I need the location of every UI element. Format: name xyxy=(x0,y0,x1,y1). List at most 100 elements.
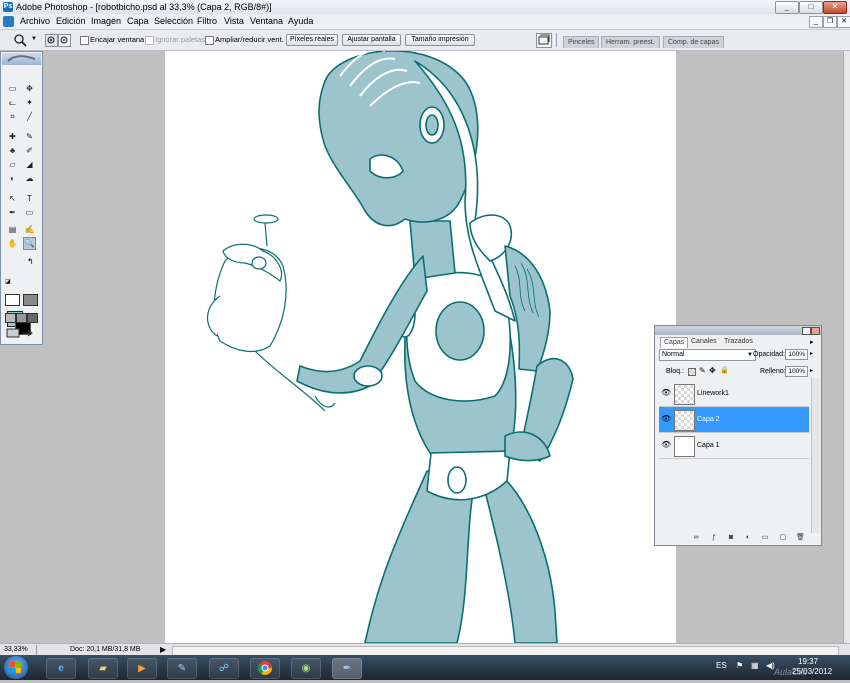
notes-tool-icon[interactable]: ▤ xyxy=(7,224,18,235)
image-viewer-icon[interactable]: ◉ xyxy=(291,658,321,679)
paint-bucket-tool-icon[interactable]: ◢ xyxy=(24,159,35,170)
new-layer-icon[interactable]: ▢ xyxy=(779,534,787,542)
default-colors-icon[interactable]: ◪ xyxy=(5,278,11,285)
opacity-slider-arrow-icon[interactable]: ▸ xyxy=(810,350,813,357)
menu-edicion[interactable]: Edición xyxy=(56,16,86,26)
menu-imagen[interactable]: Imagen xyxy=(91,16,121,26)
link-layers-icon[interactable]: ∞ xyxy=(692,534,700,542)
document-restore-button[interactable]: ❐ xyxy=(823,16,837,28)
paint-icon[interactable]: ✎ xyxy=(167,658,197,679)
panel-menu-icon[interactable]: ▸ xyxy=(810,338,814,346)
panel-minimize-icon[interactable] xyxy=(802,327,811,335)
shape-tool-icon[interactable]: ▭ xyxy=(24,207,35,218)
clone-stamp-tool-icon[interactable]: ♣ xyxy=(7,145,18,156)
fill-input[interactable]: 100% xyxy=(785,366,808,377)
layer-row[interactable]: 👁 Capa 1 xyxy=(659,433,809,459)
type-tool-icon[interactable]: T xyxy=(24,193,35,204)
flag-icon[interactable]: ⚑ xyxy=(736,661,743,670)
ajustar-pantalla-button[interactable]: Ajustar pantalla xyxy=(342,34,401,46)
zoom-tool-preset-icon[interactable] xyxy=(13,33,29,47)
layer-mask-icon[interactable]: ◙ xyxy=(727,534,735,542)
window-close-button[interactable]: ✕ xyxy=(823,1,847,14)
swap-colors-icon[interactable]: ↰ xyxy=(27,257,34,266)
menu-vista[interactable]: Vista xyxy=(224,16,244,26)
brush-tool-icon[interactable]: ✎ xyxy=(24,131,35,142)
trash-icon[interactable]: 🗑 xyxy=(796,534,805,542)
hand-tool-icon[interactable]: ✋ xyxy=(7,238,18,249)
path-selection-tool-icon[interactable]: ↖ xyxy=(7,193,18,204)
status-menu-arrow-icon[interactable]: ▶ xyxy=(160,645,166,654)
layer-style-icon[interactable]: ƒ xyxy=(710,534,718,542)
eyedropper-tool-icon[interactable]: ✍ xyxy=(24,224,35,235)
healing-brush-tool-icon[interactable]: ✚ xyxy=(7,131,18,142)
window-minimize-button[interactable]: _ xyxy=(775,1,799,14)
crop-tool-icon[interactable]: ⌗ xyxy=(7,111,18,122)
chrome-icon[interactable] xyxy=(250,658,280,679)
photoshop-icon[interactable]: ✒ xyxy=(332,658,362,679)
lasso-tool-icon[interactable]: ᓚ xyxy=(7,97,18,108)
fill-slider-arrow-icon[interactable]: ▸ xyxy=(810,367,813,374)
screen-mode-full-icon[interactable] xyxy=(27,313,38,323)
screen-mode-menu-icon[interactable] xyxy=(16,313,27,323)
quick-mask-icon[interactable] xyxy=(23,294,38,306)
new-group-icon[interactable]: ▭ xyxy=(761,534,769,542)
magic-wand-tool-icon[interactable]: ✦ xyxy=(24,97,35,108)
tamano-impresion-button[interactable]: Tamaño impresión xyxy=(405,34,475,46)
start-button[interactable] xyxy=(4,656,28,679)
standard-mode-icon[interactable] xyxy=(5,294,20,306)
panel-close-icon[interactable] xyxy=(811,327,820,335)
tab-canales[interactable]: Canales xyxy=(688,337,720,347)
adjustment-layer-icon[interactable]: ◐ xyxy=(744,534,752,542)
tab-pinceles[interactable]: Pinceles xyxy=(563,36,600,48)
opacity-input[interactable]: 100% xyxy=(785,349,808,360)
language-indicator[interactable]: ES xyxy=(716,661,727,670)
zoom-tool-icon[interactable]: 🔍 xyxy=(23,237,36,250)
tab-trazados[interactable]: Trazados xyxy=(721,337,756,347)
ampliar-reducir-checkbox[interactable] xyxy=(205,36,214,45)
menu-ayuda[interactable]: Ayuda xyxy=(288,16,313,26)
menu-capa[interactable]: Capa xyxy=(127,16,149,26)
layers-panel-header[interactable] xyxy=(655,326,821,335)
eye-icon[interactable]: 👁 xyxy=(661,415,671,423)
pixeles-reales-button[interactable]: Píxeles reales xyxy=(286,34,338,46)
lock-transparency-icon[interactable] xyxy=(688,368,696,376)
encajar-ventana-checkbox[interactable] xyxy=(80,36,89,45)
eye-icon[interactable]: 👁 xyxy=(661,441,671,449)
document-canvas[interactable] xyxy=(165,51,676,643)
dodge-tool-icon[interactable]: ☁ xyxy=(24,173,35,184)
eraser-tool-icon[interactable]: ▱ xyxy=(7,159,18,170)
folder-icon[interactable]: ▰ xyxy=(88,658,118,679)
document-minimize-button[interactable]: _ xyxy=(809,16,823,28)
menu-archivo[interactable]: Archivo xyxy=(20,16,50,26)
file-browser-icon[interactable] xyxy=(536,33,552,48)
media-player-icon[interactable]: ▶ xyxy=(127,658,157,679)
menu-seleccion[interactable]: Selección xyxy=(154,16,193,26)
layer-row[interactable]: 👁 Linework1 xyxy=(659,381,809,407)
blur-tool-icon[interactable]: ◐ xyxy=(7,173,18,184)
toolbox-header[interactable] xyxy=(2,53,41,65)
tab-comp-de-capas[interactable]: Comp. de capas xyxy=(663,36,724,48)
lock-image-icon[interactable]: ✎ xyxy=(699,366,706,375)
document-close-button[interactable]: ✕ xyxy=(837,16,850,28)
eye-icon[interactable]: 👁 xyxy=(661,389,671,397)
network-tray-icon[interactable]: ▦ xyxy=(751,661,759,670)
zoom-level[interactable]: 33,33% xyxy=(4,646,28,653)
document-icon[interactable] xyxy=(3,16,14,27)
slice-tool-icon[interactable]: ╱ xyxy=(24,111,35,122)
chevron-down-icon[interactable]: ▼ xyxy=(31,36,37,42)
screen-mode-standard-icon[interactable] xyxy=(5,313,16,323)
layers-scrollbar[interactable] xyxy=(811,378,820,533)
zoom-out-icon[interactable] xyxy=(58,34,71,47)
blend-mode-select[interactable]: Normal ▼ xyxy=(659,349,756,361)
lock-all-icon[interactable]: 🔒 xyxy=(720,366,729,374)
menu-ventana[interactable]: Ventana xyxy=(250,16,283,26)
network-icon[interactable]: ☍ xyxy=(209,658,239,679)
tab-herram-preest[interactable]: Herram. preest. xyxy=(601,36,660,48)
menu-filtro[interactable]: Filtro xyxy=(197,16,217,26)
lock-position-icon[interactable]: ✥ xyxy=(709,366,716,375)
zoom-in-icon[interactable] xyxy=(45,34,58,47)
ignorar-paletas-checkbox[interactable] xyxy=(145,36,154,45)
jump-to-imageready-icon[interactable] xyxy=(5,328,35,338)
clock-time[interactable]: 19:37 xyxy=(798,657,818,666)
window-maximize-button[interactable]: □ xyxy=(799,1,823,14)
